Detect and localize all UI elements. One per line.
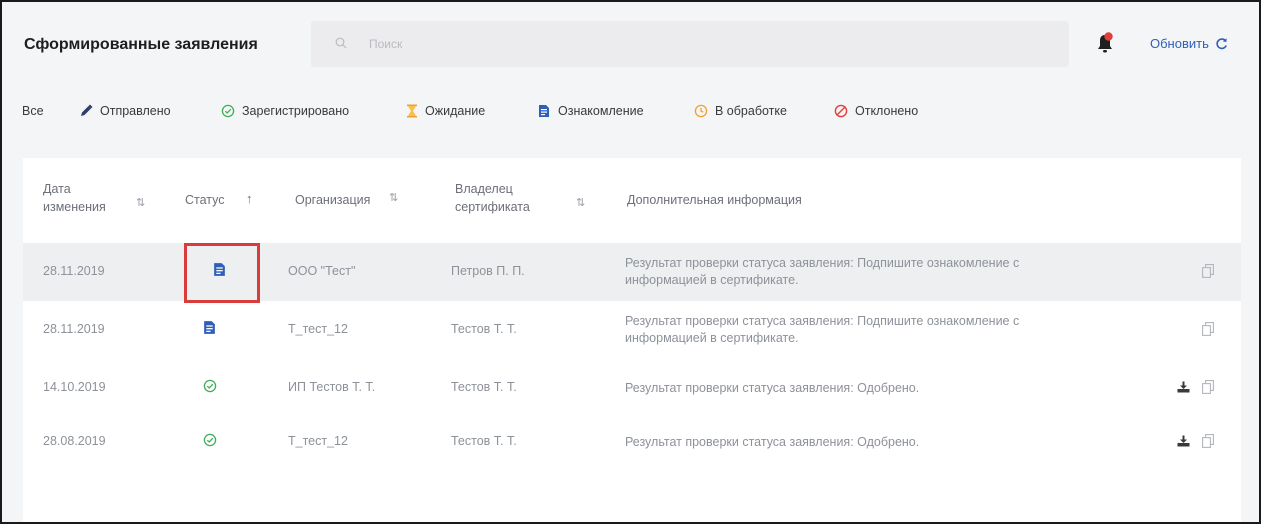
owner-cell: Петров П. П. bbox=[451, 264, 525, 278]
organization-cell: Т_тест_12 bbox=[288, 322, 348, 336]
filter-rejected[interactable]: Отклонено bbox=[834, 104, 918, 118]
table-row[interactable]: 28.08.2019 Т_тест_12 Тестов Т. Т. Резуль… bbox=[23, 413, 1241, 471]
download-icon[interactable] bbox=[1177, 381, 1190, 393]
clock-icon bbox=[694, 104, 708, 118]
column-header-info: Дополнительная информация bbox=[627, 191, 802, 209]
sort-ascending-icon[interactable]: ↑ bbox=[246, 191, 253, 206]
table-row[interactable]: 28.11.2019 Т_тест_12 Тестов Т. Т. Резуль… bbox=[23, 301, 1241, 359]
refresh-label: Обновить bbox=[1150, 36, 1209, 51]
table-row[interactable]: 14.10.2019 ИП Тестов Т. Т. Тестов Т. Т. … bbox=[23, 359, 1241, 417]
owner-cell: Тестов Т. Т. bbox=[451, 322, 517, 336]
organization-cell: Т_тест_12 bbox=[288, 434, 348, 448]
filter-processing[interactable]: В обработке bbox=[694, 104, 787, 118]
organization-cell: ИП Тестов Т. Т. bbox=[288, 380, 376, 394]
column-header-status[interactable]: Статус bbox=[185, 191, 225, 209]
info-cell: Результат проверки статуса заявления: Од… bbox=[625, 380, 1145, 397]
filter-review[interactable]: Ознакомление bbox=[537, 104, 644, 118]
info-cell: Результат проверки статуса заявления: По… bbox=[625, 255, 1145, 289]
status-highlight-frame bbox=[184, 243, 260, 303]
column-header-organization[interactable]: Организация bbox=[295, 191, 370, 209]
search-box[interactable] bbox=[311, 21, 1069, 67]
copy-icon[interactable] bbox=[1202, 434, 1214, 448]
column-header-label: Статус bbox=[185, 193, 225, 207]
date-cell: 28.11.2019 bbox=[43, 264, 105, 278]
owner-cell: Тестов Т. Т. bbox=[451, 380, 517, 394]
hourglass-icon bbox=[407, 104, 417, 118]
column-header-label: изменения bbox=[43, 200, 106, 214]
column-header-label: Владелец bbox=[455, 182, 513, 196]
organization-cell: ООО "Тест" bbox=[288, 264, 356, 278]
sort-icon[interactable]: ⇅ bbox=[576, 196, 585, 209]
date-cell: 28.11.2019 bbox=[43, 322, 105, 336]
filter-sent[interactable]: Отправлено bbox=[79, 104, 171, 118]
sort-icon[interactable]: ⇅ bbox=[136, 196, 145, 209]
filter-label: Зарегистрировано bbox=[242, 104, 350, 118]
info-text: Результат проверки статуса заявления: По… bbox=[625, 314, 1020, 328]
search-input[interactable] bbox=[369, 34, 1029, 54]
column-header-owner[interactable]: Владелец сертификата bbox=[455, 180, 530, 216]
owner-cell: Тестов Т. Т. bbox=[451, 434, 517, 448]
download-icon[interactable] bbox=[1177, 435, 1190, 447]
sort-icon[interactable]: ⇅ bbox=[389, 191, 398, 204]
date-cell: 28.08.2019 bbox=[43, 434, 106, 448]
copy-icon[interactable] bbox=[1202, 380, 1214, 394]
refresh-button[interactable]: Обновить bbox=[1150, 36, 1228, 51]
window: Сформированные заявления Обновить Все bbox=[0, 0, 1261, 524]
copy-icon[interactable] bbox=[1202, 264, 1214, 278]
filter-label: В обработке bbox=[715, 104, 787, 118]
filter-label: Ожидание bbox=[425, 104, 486, 118]
info-text: Результат проверки статуса заявления: Од… bbox=[625, 381, 920, 395]
filter-label: Отклонено bbox=[855, 104, 919, 118]
page-title: Сформированные заявления bbox=[24, 36, 258, 53]
check-circle-icon bbox=[203, 379, 217, 393]
bell-icon[interactable] bbox=[1096, 32, 1114, 54]
copy-icon[interactable] bbox=[1202, 322, 1214, 336]
filter-all[interactable]: Все bbox=[22, 104, 44, 118]
document-icon bbox=[204, 321, 215, 334]
filter-label: Все bbox=[22, 104, 44, 118]
info-text: Результат проверки статуса заявления: Од… bbox=[625, 435, 920, 449]
document-icon bbox=[539, 105, 549, 117]
info-cell: Результат проверки статуса заявления: По… bbox=[625, 313, 1145, 347]
filter-label: Ознакомление bbox=[558, 104, 644, 118]
date-cell: 14.10.2019 bbox=[43, 380, 106, 394]
check-circle-icon bbox=[221, 104, 235, 118]
header: Сформированные заявления Обновить bbox=[2, 2, 1259, 84]
info-text: информацией в сертификате. bbox=[625, 331, 799, 345]
info-text: Результат проверки статуса заявления: По… bbox=[625, 256, 1020, 270]
info-cell: Результат проверки статуса заявления: Од… bbox=[625, 434, 1145, 451]
column-header-label: Дата bbox=[43, 182, 71, 196]
refresh-icon bbox=[1216, 38, 1227, 50]
filter-label: Отправлено bbox=[100, 104, 171, 118]
column-header-label: Дополнительная информация bbox=[627, 193, 802, 207]
filter-waiting[interactable]: Ожидание bbox=[406, 104, 485, 118]
info-text: информацией в сертификате. bbox=[625, 273, 799, 287]
column-header-label: Организация bbox=[295, 193, 371, 207]
check-circle-icon bbox=[203, 433, 217, 447]
filter-registered[interactable]: Зарегистрировано bbox=[221, 104, 349, 118]
pen-icon bbox=[81, 104, 93, 116]
column-header-date[interactable]: Дата изменения bbox=[43, 180, 106, 216]
blocked-icon bbox=[834, 104, 848, 118]
status-filter-bar: Все Отправлено Зарегистрировано Ожидание bbox=[2, 98, 1259, 128]
column-header-label: сертификата bbox=[455, 200, 530, 214]
statements-table: Дата изменения ⇅ Статус ↑ Организация ⇅ … bbox=[23, 158, 1241, 522]
search-icon bbox=[335, 37, 347, 49]
